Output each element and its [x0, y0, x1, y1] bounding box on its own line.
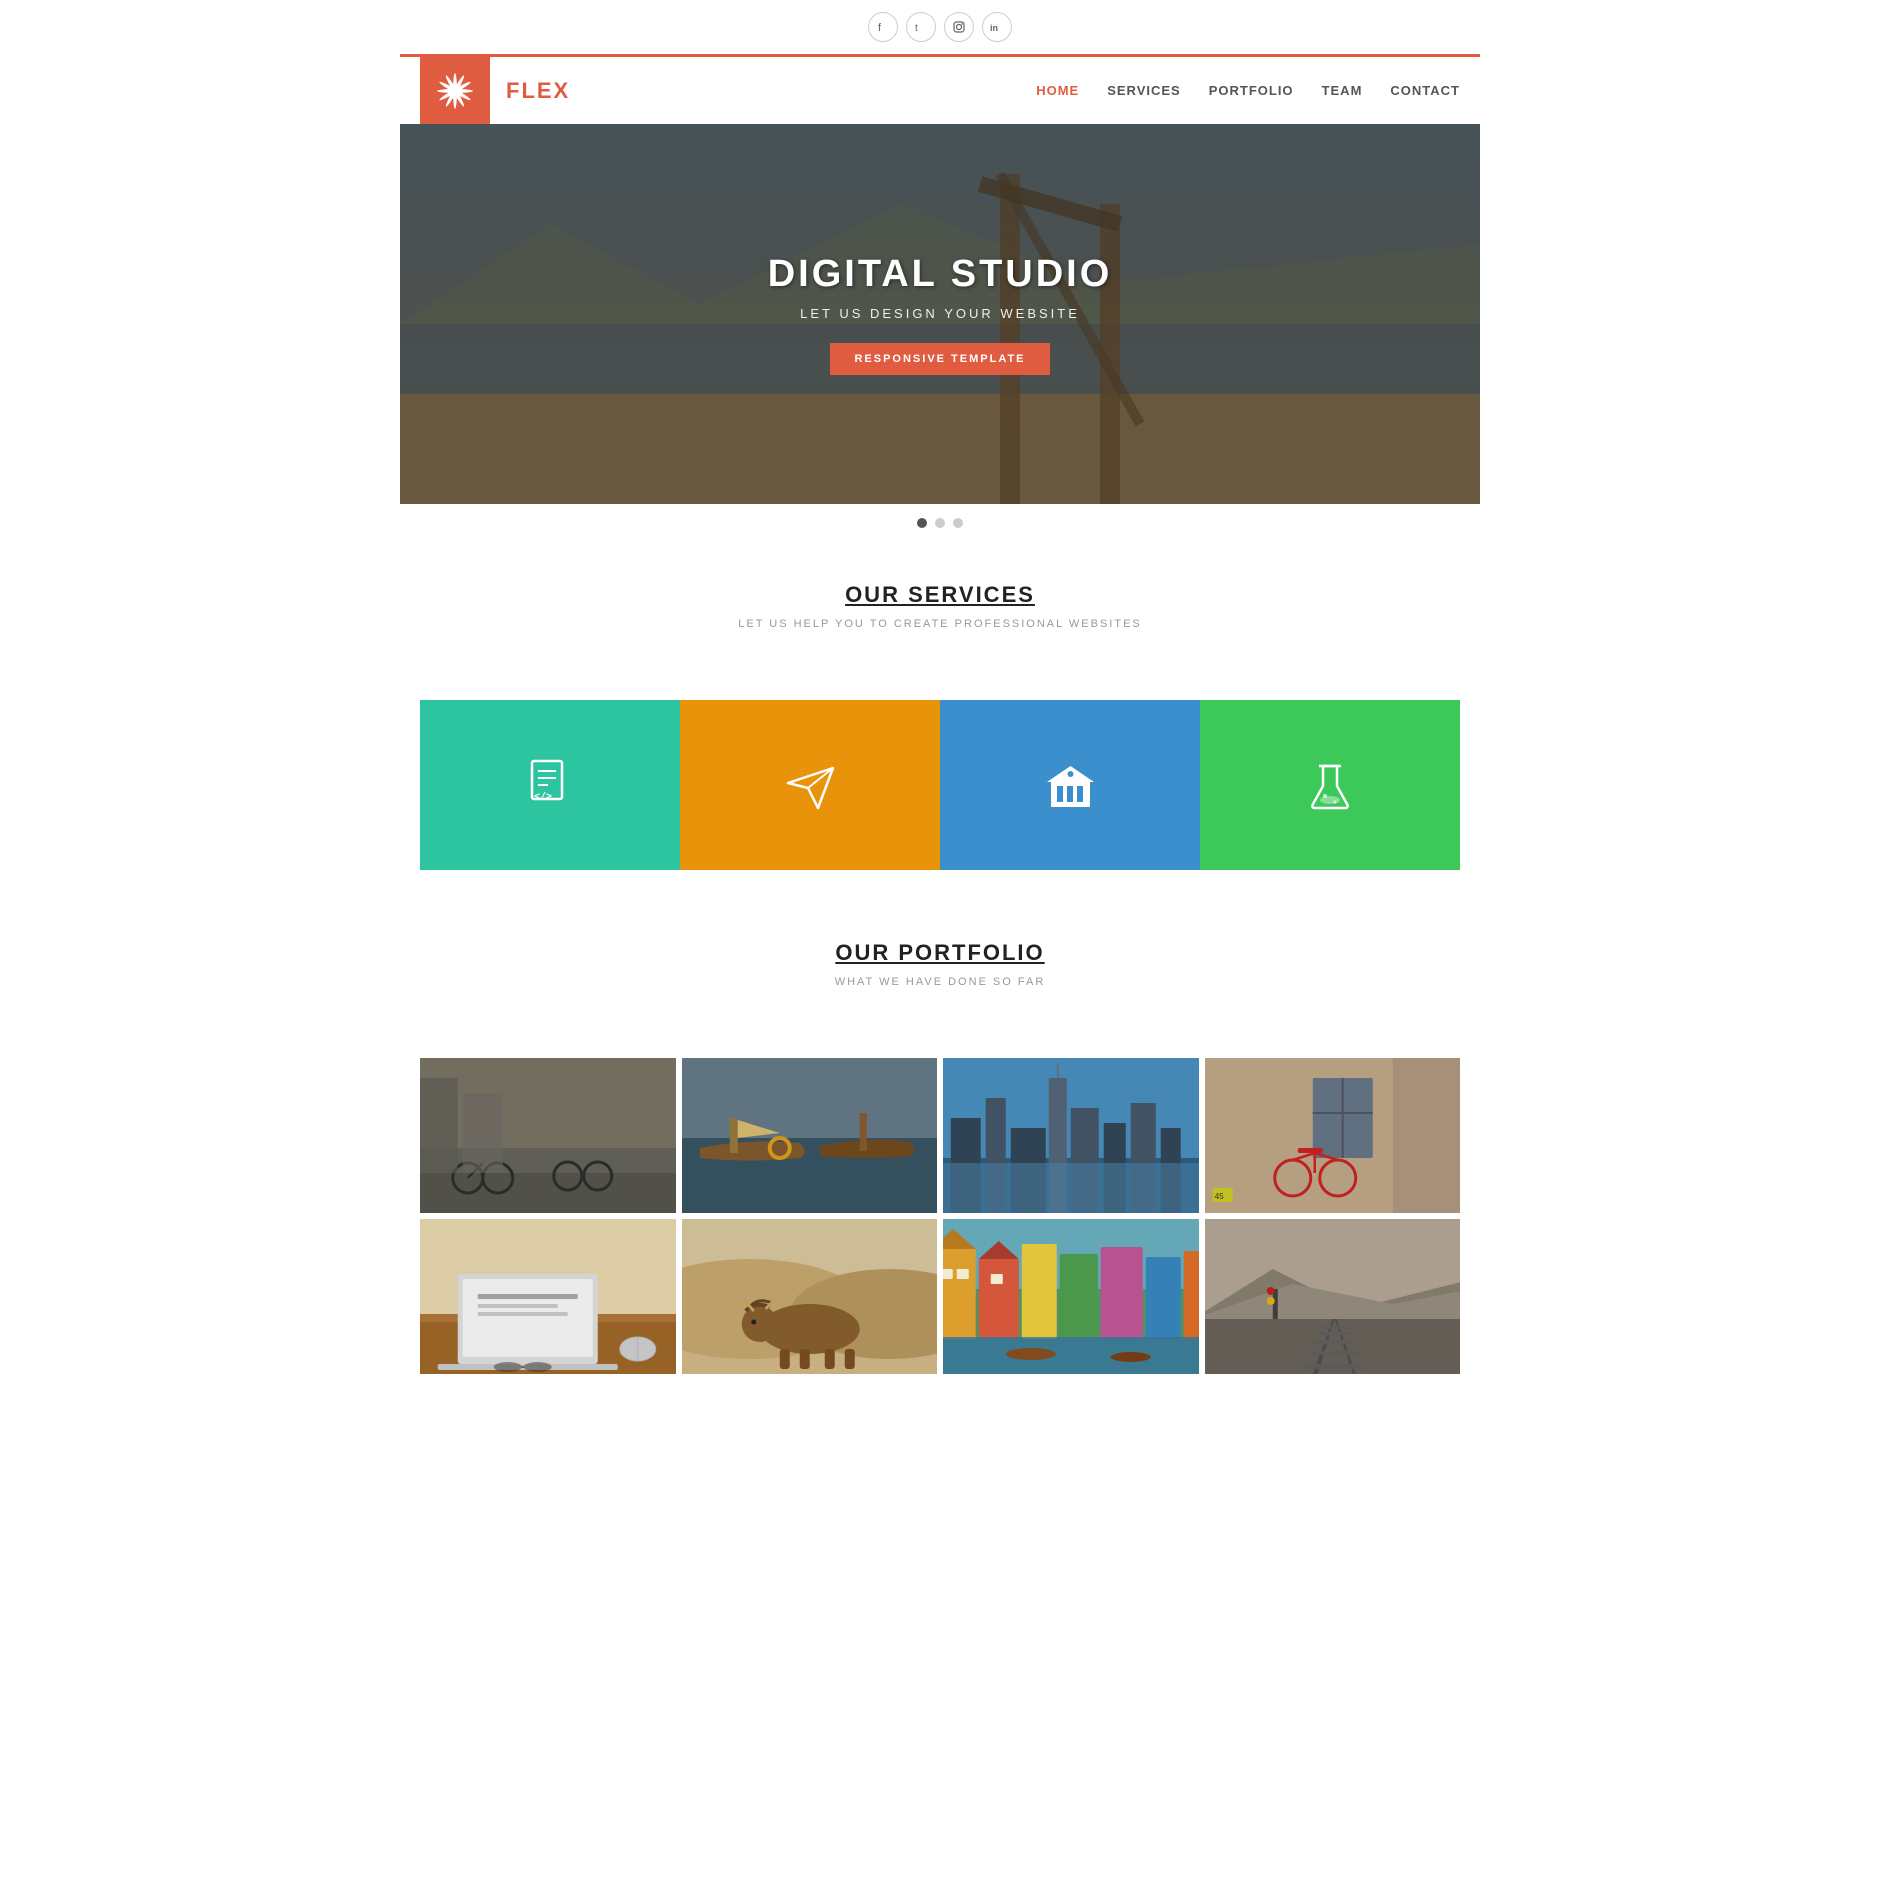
hero-section: DIGITAL STUDIO LET US DESIGN YOUR WEBSIT… [400, 124, 1480, 504]
portfolio-section: OUR PORTFOLIO WHAT WE HAVE DONE SO FAR [400, 900, 1480, 1058]
flask-icon [1305, 758, 1355, 813]
logo-icon [433, 69, 477, 113]
instagram-icon[interactable] [944, 12, 974, 42]
navbar: FLEX HOME SERVICES PORTFOLIO TEAM CONTAC… [400, 54, 1480, 124]
portfolio-item-7[interactable] [943, 1219, 1199, 1374]
service-card-code[interactable]: </> [420, 700, 680, 870]
dot-1[interactable] [917, 518, 927, 528]
services-title: OUR SERVICES [420, 582, 1460, 608]
nav-contact[interactable]: CONTACT [1390, 82, 1460, 100]
portfolio-grid: 45 [420, 1058, 1460, 1374]
hero-cta-button[interactable]: RESPONSIVE TEMPLATE [830, 343, 1049, 375]
logo-box [420, 56, 490, 126]
nav-links: HOME SERVICES PORTFOLIO TEAM CONTACT [1036, 82, 1460, 100]
dot-2[interactable] [935, 518, 945, 528]
portfolio-item-4[interactable]: 45 [1205, 1058, 1461, 1213]
service-card-send[interactable] [680, 700, 940, 870]
twitter-icon[interactable]: t [906, 12, 936, 42]
nav-home[interactable]: HOME [1036, 82, 1079, 100]
logo-text: FLEX [506, 78, 1036, 104]
portfolio-item-2[interactable] [682, 1058, 938, 1213]
service-card-building[interactable] [940, 700, 1200, 870]
svg-text:t: t [915, 23, 918, 33]
hero-title: DIGITAL STUDIO [768, 253, 1113, 296]
linkedin-icon[interactable]: in [982, 12, 1012, 42]
services-subtitle: LET US HELP YOU TO CREATE PROFESSIONAL W… [420, 618, 1460, 630]
svg-text:f: f [878, 22, 882, 33]
service-card-flask[interactable] [1200, 700, 1460, 870]
send-icon [783, 758, 838, 813]
nav-portfolio[interactable]: PORTFOLIO [1209, 82, 1294, 100]
svg-text:in: in [990, 23, 998, 33]
svg-text:</>: </> [534, 791, 552, 802]
portfolio-item-6[interactable] [682, 1219, 938, 1374]
portfolio-title: OUR PORTFOLIO [420, 940, 1460, 966]
services-grid: </> [420, 700, 1460, 870]
portfolio-item-1[interactable] [420, 1058, 676, 1213]
slider-dots [400, 504, 1480, 542]
building-icon [1043, 758, 1098, 813]
hero-content: DIGITAL STUDIO LET US DESIGN YOUR WEBSIT… [768, 253, 1113, 375]
nav-services[interactable]: SERVICES [1107, 82, 1181, 100]
portfolio-item-3[interactable] [943, 1058, 1199, 1213]
portfolio-item-8[interactable] [1205, 1219, 1461, 1374]
nav-team[interactable]: TEAM [1322, 82, 1363, 100]
portfolio-subtitle: WHAT WE HAVE DONE SO FAR [420, 976, 1460, 988]
services-section: OUR SERVICES LET US HELP YOU TO CREATE P… [400, 542, 1480, 700]
facebook-icon[interactable]: f [868, 12, 898, 42]
hero-subtitle: LET US DESIGN YOUR WEBSITE [768, 306, 1113, 321]
code-icon: </> [520, 755, 580, 815]
dot-3[interactable] [953, 518, 963, 528]
social-bar: f t in [400, 0, 1480, 54]
portfolio-item-5[interactable] [420, 1219, 676, 1374]
